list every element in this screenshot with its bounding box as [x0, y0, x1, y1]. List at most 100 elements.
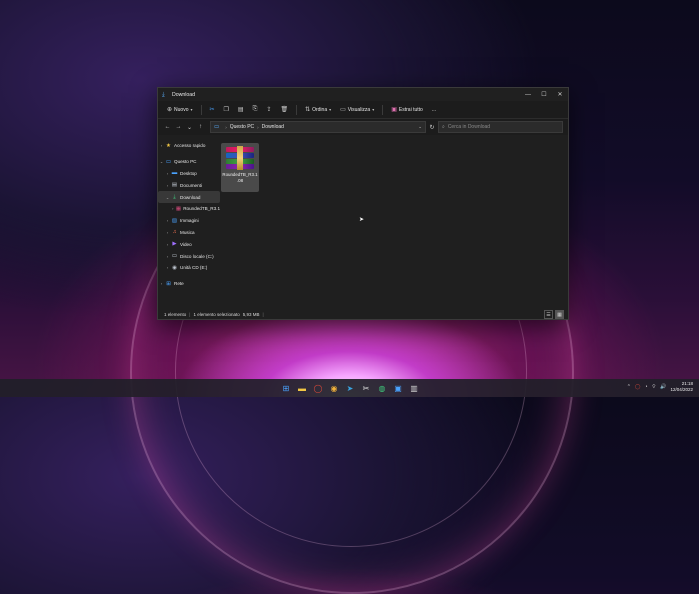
maximize-icon[interactable]: ☐ [536, 88, 552, 101]
title-bar[interactable]: ⤓ Download — ☐ ✕ [158, 88, 568, 101]
paste-button[interactable]: ▤ [235, 103, 247, 116]
sort-button[interactable]: ⇅ Ordina ▾ [302, 103, 334, 116]
sidebar-item-music[interactable]: › ♫ Musica [158, 227, 220, 239]
sidebar-item-label: Unità CD (E:) [180, 265, 208, 271]
new-button[interactable]: ⊕ Nuovo ▾ [164, 103, 196, 116]
chevron-right-icon[interactable]: › [158, 143, 165, 148]
divider: | [262, 311, 264, 317]
sidebar-item-quick-access[interactable]: › ★ Accesso rapido [158, 140, 220, 152]
file-list: RoundedTB_R3.1 .08 ➤ [220, 135, 568, 309]
selection-size: 5,93 MB [242, 311, 260, 317]
view-button[interactable]: ▭ Visualizza ▾ [337, 103, 377, 116]
sidebar-item-label: Disco locale (C:) [180, 253, 214, 259]
search-placeholder: Cerca in Download [447, 124, 491, 130]
sidebar-item-documents[interactable]: › ▤ Documenti [158, 179, 220, 191]
sidebar-item-this-pc[interactable]: ⌄ ▭ Questo PC [158, 156, 220, 168]
details-view-icon[interactable]: ☰ [544, 310, 553, 319]
sidebar-item-label: Documenti [180, 182, 202, 188]
sidebar-item-download[interactable]: ⌄ ⤓ Download [158, 191, 220, 203]
chevron-right-icon[interactable]: › [164, 265, 171, 270]
sidebar-item-label: Download [180, 194, 201, 200]
system-tray: ⌃ ◯ ◔ ⌔ 🔊 21:18 12/04/2022 [627, 381, 693, 393]
chevron-up-icon[interactable]: ⌃ [627, 384, 631, 390]
snipping-icon[interactable]: ✂ [360, 382, 372, 394]
sidebar-item-video[interactable]: › ▶ Video [158, 238, 220, 250]
address-bar-row: ← → ⌄ ↑ ▭ › Questo PC › Download ⌄ ↻ ⌕ C… [158, 119, 568, 135]
more-icon: ... [431, 106, 436, 113]
divider [382, 104, 384, 115]
command-bar: ⊕ Nuovo ▾ ✂ ❐ ▤ ⎘ ⇪ 🗑 ⇅ Ordina ▾ ▭ Visua… [158, 101, 568, 119]
file-explorer-window: ⤓ Download — ☐ ✕ ⊕ Nuovo ▾ ✂ ❐ ▤ ⎘ ⇪ 🗑 ⇅… [157, 87, 569, 320]
clock[interactable]: 21:18 12/04/2022 [670, 381, 693, 393]
opera-icon[interactable]: ◯ [312, 382, 324, 394]
chevron-right-icon[interactable]: › [164, 242, 171, 247]
start-icon[interactable]: ⊞ [280, 382, 292, 394]
sidebar-item-network[interactable]: › ⊞ Rete [158, 278, 220, 290]
store-icon[interactable]: ▣ [392, 382, 404, 394]
extract-label: Estrai tutto [398, 106, 423, 113]
address-dropdown-icon[interactable]: ⌄ [418, 124, 422, 130]
breadcrumb-this-pc[interactable]: Questo PC [230, 124, 254, 130]
sidebar-item-label: Questo PC [174, 159, 197, 165]
sidebar-item-label: Desktop [180, 170, 197, 176]
paste-icon: ▤ [237, 107, 244, 113]
chevron-down-icon[interactable]: ⌄ [158, 159, 165, 164]
copy-button[interactable]: ❐ [221, 103, 232, 116]
winrar-archive-icon [226, 146, 254, 170]
up-arrow-icon[interactable]: ↑ [195, 124, 206, 130]
trash-icon: 🗑 [280, 107, 289, 113]
sidebar-item-local-disk[interactable]: › ▭ Disco locale (C:) [158, 250, 220, 262]
chevron-right-icon[interactable]: › [158, 281, 165, 286]
volume-icon[interactable]: 🔊 [660, 384, 666, 390]
chevron-down-icon[interactable]: ⌄ [164, 195, 171, 200]
large-icons-view-icon[interactable]: ▦ [555, 310, 564, 319]
forward-arrow-icon[interactable]: → [173, 124, 184, 130]
refresh-icon[interactable]: ↻ [426, 124, 438, 131]
minimize-icon[interactable]: — [520, 88, 536, 101]
chevron-right-icon[interactable]: › [164, 183, 171, 188]
video-icon: ▶ [172, 241, 177, 248]
chevron-right-icon[interactable]: › [164, 171, 171, 176]
sidebar-item-desktop[interactable]: › ▬ Desktop [158, 168, 220, 180]
breadcrumb-download[interactable]: Download [262, 124, 284, 130]
search-box[interactable]: ⌕ Cerca in Download [438, 121, 563, 133]
chevron-right-icon[interactable]: › [164, 218, 171, 223]
chevron-right-icon[interactable]: › [164, 254, 171, 259]
chevron-down-icon: ▾ [329, 107, 332, 112]
close-icon[interactable]: ✕ [552, 88, 568, 101]
rename-button[interactable]: ⎘ [250, 103, 261, 116]
sort-label: Ordina [312, 106, 328, 113]
address-bar[interactable]: ▭ › Questo PC › Download ⌄ [210, 121, 426, 133]
delete-button[interactable]: 🗑 [277, 103, 291, 116]
sidebar-item-cd-drive[interactable]: › ◉ Unità CD (E:) [158, 262, 220, 274]
item-count: 1 elemento [164, 311, 187, 317]
divider: | [189, 311, 191, 317]
recent-chevron-icon[interactable]: ⌄ [184, 124, 195, 131]
extract-icon: ▣ [391, 107, 397, 113]
cut-button[interactable]: ✂ [207, 103, 218, 116]
app-icon[interactable]: ▥ [408, 382, 420, 394]
share-button[interactable]: ⇪ [263, 103, 274, 116]
star-icon: ★ [166, 142, 171, 149]
copy-icon: ❐ [223, 107, 229, 113]
wifi-icon[interactable]: ⌔ [652, 384, 657, 390]
taskbar: ⊞ ▬ ◯ ◉ ➤ ✂ ◍ ▣ ▥ ⌃ ◯ ◔ ⌔ 🔊 21:18 12/04/… [0, 379, 699, 397]
back-arrow-icon[interactable]: ← [162, 124, 173, 130]
taskbar-apps: ⊞ ▬ ◯ ◉ ➤ ✂ ◍ ▣ ▥ [280, 382, 420, 394]
sidebar-item-pictures[interactable]: › ▨ Immagini [158, 215, 220, 227]
chevron-right-icon[interactable]: › [164, 230, 171, 235]
network-icon: ⊞ [166, 280, 171, 287]
explorer-body: › ★ Accesso rapido ⌄ ▭ Questo PC › ▬ Des… [158, 135, 568, 309]
telegram-icon[interactable]: ➤ [344, 382, 356, 394]
sidebar-item-roundedtb[interactable]: › ▦ RoundedTB_R3.1 [158, 203, 220, 215]
file-explorer-icon[interactable]: ▬ [296, 382, 308, 394]
chrome-icon[interactable]: ◉ [328, 382, 340, 394]
whatsapp-icon[interactable]: ◍ [376, 382, 388, 394]
more-button[interactable]: ... [429, 103, 439, 116]
tray-app-icon[interactable]: ◔ [645, 384, 648, 390]
tray-app-icon[interactable]: ◯ [635, 384, 641, 390]
sidebar-item-label: Rete [174, 281, 184, 287]
view-toggle: ☰ ▦ [544, 310, 564, 319]
extract-all-button[interactable]: ▣ Estrai tutto [388, 103, 426, 116]
file-item-roundedtb[interactable]: RoundedTB_R3.1 .08 [221, 143, 259, 192]
